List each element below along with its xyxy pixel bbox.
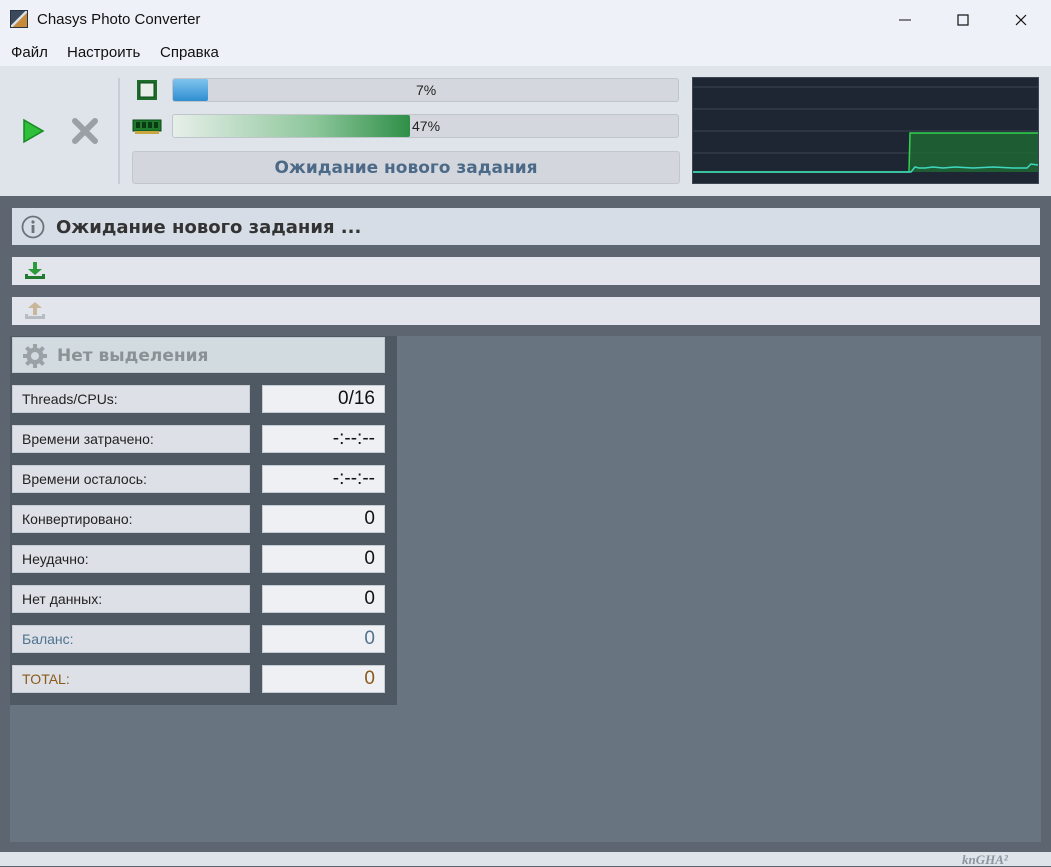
minimize-icon: [899, 19, 911, 21]
cpu-percent-label: 7%: [416, 82, 437, 98]
time-remaining-label: Времени осталось:: [12, 465, 250, 493]
preview-area: [397, 336, 1041, 842]
no-data-label: Нет данных:: [12, 585, 250, 613]
total-label: TOTAL:: [12, 665, 250, 693]
memory-progress-bar: 47%: [172, 114, 679, 138]
download-icon: [25, 262, 45, 279]
balance-value: 0: [262, 625, 385, 653]
footer-logo: knGHA²: [962, 852, 1008, 867]
input-path-row[interactable]: [12, 257, 1040, 285]
minimize-button[interactable]: [876, 0, 934, 40]
selection-title: Нет выделения: [57, 346, 209, 366]
failed-value: 0: [262, 545, 385, 573]
stats-panel-filler: [10, 705, 397, 842]
app-icon: [10, 10, 28, 28]
usage-graph: [692, 77, 1039, 184]
info-icon: [21, 215, 45, 239]
status-bar: [0, 852, 1051, 866]
threads-value: 0/16: [262, 385, 385, 413]
no-data-value: 0: [262, 585, 385, 613]
failed-label: Неудачно:: [12, 545, 250, 573]
balance-label: Баланс:: [12, 625, 250, 653]
title-bar: Chasys Photo Converter: [0, 0, 1051, 40]
stop-button[interactable]: [70, 116, 100, 146]
cancel-icon: [72, 118, 98, 144]
time-elapsed-label: Времени затрачено:: [12, 425, 250, 453]
memory-percent-label: 47%: [412, 118, 441, 134]
cpu-progress-bar: 7%: [172, 78, 679, 102]
maximize-icon: [957, 14, 969, 26]
converted-label: Конвертировано:: [12, 505, 250, 533]
menu-help[interactable]: Справка: [160, 44, 219, 61]
selection-header: Нет выделения: [12, 337, 385, 373]
memory-icon: [132, 117, 162, 135]
output-path-row[interactable]: [12, 297, 1040, 325]
gear-icon: [22, 343, 48, 369]
threads-label: Threads/CPUs:: [12, 385, 250, 413]
cpu-progress-fill: [173, 79, 209, 101]
play-icon: [23, 118, 45, 144]
close-icon: [1015, 14, 1027, 26]
time-elapsed-value: -:--:--: [262, 425, 385, 453]
converted-value: 0: [262, 505, 385, 533]
memory-progress-fill: [173, 115, 411, 137]
total-value: 0: [262, 665, 385, 693]
info-bar: Ожидание нового задания ...: [12, 208, 1040, 245]
upload-icon: [25, 302, 45, 319]
menu-settings[interactable]: Настроить: [67, 44, 140, 61]
time-remaining-value: -:--:--: [262, 465, 385, 493]
info-message: Ожидание нового задания ...: [56, 217, 362, 238]
menu-bar: Файл Настроить Справка: [0, 40, 1051, 66]
job-status: Ожидание нового задания: [132, 151, 680, 184]
window-title: Chasys Photo Converter: [37, 11, 201, 28]
start-button[interactable]: [19, 117, 47, 145]
close-button[interactable]: [992, 0, 1050, 40]
menu-file[interactable]: Файл: [11, 44, 48, 61]
maximize-button[interactable]: [934, 0, 992, 40]
toolbar-separator: [118, 78, 120, 184]
cpu-icon: [135, 78, 159, 102]
usage-graph-plot: [693, 86, 1039, 173]
